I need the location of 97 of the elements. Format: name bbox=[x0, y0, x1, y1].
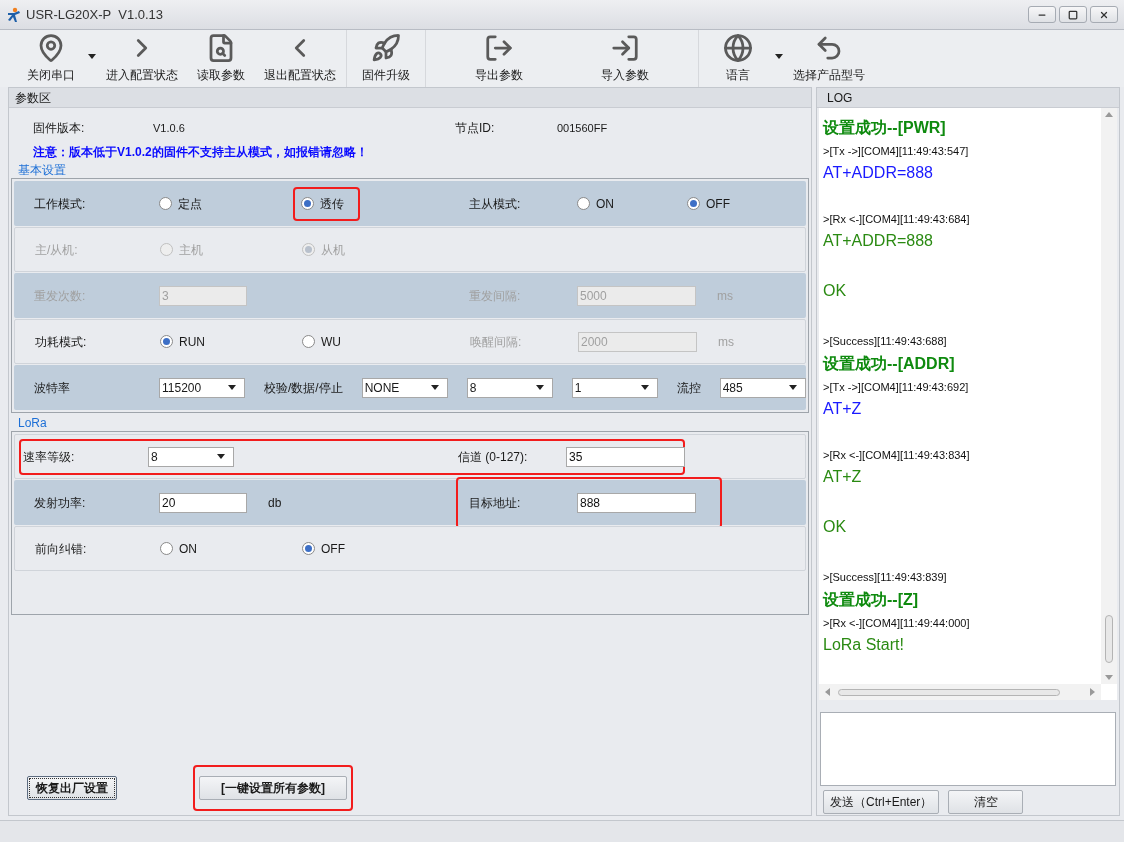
firmware-value: V1.0.6 bbox=[153, 120, 186, 136]
log-line: >[Rx <-][COM4][11:49:43:684] bbox=[823, 212, 971, 227]
caret-icon bbox=[535, 385, 544, 390]
toolbar-button[interactable]: 导入参数 bbox=[592, 30, 658, 87]
scroll-thumb[interactable] bbox=[838, 688, 1060, 696]
scroll-thumb[interactable] bbox=[1105, 615, 1113, 663]
left-arrow-icon bbox=[825, 688, 830, 696]
log-line: >[Success][11:49:43:839] bbox=[823, 570, 948, 585]
radio-button[interactable]: ON bbox=[160, 537, 205, 560]
right-arrow-icon bbox=[1090, 688, 1095, 696]
down-arrow-icon bbox=[1105, 675, 1113, 680]
field-label: 流控 bbox=[676, 379, 701, 397]
rocket-icon bbox=[371, 33, 401, 63]
window-title: USR-LG20X-P V1.0.13 bbox=[26, 5, 164, 24]
field-label: 速率等级: bbox=[23, 448, 76, 466]
panel-title: LOG bbox=[827, 89, 853, 107]
caret-icon bbox=[640, 385, 649, 390]
horizontal-scrollbar[interactable] bbox=[819, 684, 1101, 700]
log-line: AT+Z bbox=[823, 399, 863, 419]
field-label: 主/从机: bbox=[35, 241, 79, 259]
action-button[interactable]: [一键设置所有参数] bbox=[199, 776, 347, 800]
field-label: 主从模式: bbox=[469, 195, 522, 213]
node-id-label: 节点ID: bbox=[455, 120, 496, 137]
text-field[interactable]: 35 bbox=[566, 446, 685, 467]
log-line: >[Success][11:49:43:688] bbox=[823, 334, 948, 349]
logo-icon bbox=[6, 6, 22, 23]
log-button[interactable]: 清空 bbox=[948, 790, 1024, 814]
radio-button[interactable]: OFF bbox=[302, 537, 353, 560]
toolbar-button[interactable]: 退出配置状态 bbox=[260, 30, 340, 87]
field-label: 唤醒间隔: bbox=[470, 333, 523, 351]
caret-icon bbox=[88, 54, 96, 59]
log-line: AT+ADDR=888 bbox=[823, 163, 934, 183]
log-line: AT+ADDR=888 bbox=[823, 231, 934, 251]
action-button[interactable]: 恢复出厂设置 bbox=[27, 776, 117, 800]
notice-text: 注意：版本低于V1.0.2的固件不支持主从模式，如报错请忽略！ bbox=[33, 144, 369, 161]
caret-icon bbox=[217, 454, 225, 459]
field-label: 功耗模式: bbox=[35, 333, 88, 351]
log-line: OK bbox=[823, 517, 848, 537]
radio-button[interactable]: OFF bbox=[687, 192, 738, 215]
dropdown-field[interactable]: 115200 bbox=[159, 377, 245, 398]
log-line: 设置成功--[ADDR] bbox=[823, 354, 956, 374]
field-label: 发射功率: bbox=[34, 494, 87, 512]
toolbar-button[interactable]: 进入配置状态 bbox=[102, 30, 182, 87]
caret-icon bbox=[430, 385, 439, 390]
dropdown-field[interactable]: 485 bbox=[719, 377, 806, 398]
dropdown-field[interactable]: NONE bbox=[361, 377, 448, 398]
node-id-value: 001560FF bbox=[557, 120, 608, 136]
field-label: 校验/数据/停止 bbox=[264, 379, 343, 397]
log-line: OK bbox=[823, 281, 848, 301]
unit-label: db bbox=[268, 494, 282, 512]
toolbar-button[interactable]: 固件升级 bbox=[353, 30, 419, 87]
log-line: 设置成功--[PWR] bbox=[823, 118, 947, 138]
maximize-button[interactable] bbox=[1059, 6, 1087, 23]
radio-button[interactable]: ON bbox=[577, 192, 622, 215]
log-line: >[Tx ->][COM4][11:49:43:692] bbox=[823, 380, 970, 395]
group-title: 基本设置 bbox=[18, 163, 67, 178]
radio-button[interactable]: 透传 bbox=[301, 192, 352, 215]
unit-label: ms bbox=[718, 333, 734, 351]
radio-button[interactable]: WU bbox=[302, 330, 349, 353]
toolbar-button[interactable]: 关闭串口 bbox=[18, 30, 84, 87]
log-line: AT+Z bbox=[823, 467, 863, 487]
close-button[interactable] bbox=[1090, 6, 1118, 23]
field-label: 波特率 bbox=[34, 379, 71, 397]
dropdown-field[interactable]: 8 bbox=[148, 446, 234, 467]
field-label: 目标地址: bbox=[469, 494, 522, 512]
toolbar-button[interactable]: 语言 bbox=[705, 30, 771, 87]
group-title: LoRa bbox=[18, 416, 48, 431]
up-arrow-icon bbox=[1105, 112, 1113, 117]
firmware-label: 固件版本: bbox=[33, 120, 86, 137]
radio-button[interactable]: RUN bbox=[160, 330, 213, 353]
maximize-icon bbox=[1068, 9, 1078, 20]
field-label: 信道 (0-127): bbox=[458, 448, 529, 466]
unit-label: ms bbox=[717, 287, 733, 305]
dropdown-field[interactable]: 1 bbox=[571, 377, 658, 398]
log-line: >[Rx <-][COM4][11:49:44:000] bbox=[823, 616, 971, 631]
toolbar-button[interactable]: 选择产品型号 bbox=[789, 30, 869, 87]
globe-icon bbox=[723, 33, 753, 63]
send-input-field[interactable] bbox=[820, 712, 1116, 786]
text-field[interactable]: 20 bbox=[159, 492, 247, 513]
field-label: 工作模式: bbox=[34, 195, 87, 213]
close-icon bbox=[1099, 9, 1109, 20]
panel-title: 参数区 bbox=[15, 89, 51, 107]
radio-button[interactable]: 定点 bbox=[159, 192, 210, 215]
log-line: >[Rx <-][COM4][11:49:43:834] bbox=[823, 448, 971, 463]
caret-icon bbox=[788, 385, 797, 390]
log-button[interactable]: 发送（Ctrl+Enter） bbox=[823, 790, 940, 814]
vertical-scrollbar[interactable] bbox=[1101, 108, 1117, 684]
field-label: 前向纠错: bbox=[35, 540, 88, 558]
toolbar-button[interactable]: 导出参数 bbox=[466, 30, 532, 87]
log-line: 设置成功--[Z] bbox=[823, 590, 920, 610]
caret-icon bbox=[228, 385, 236, 390]
log-line: >[Tx ->][COM4][11:49:43:547] bbox=[823, 144, 970, 159]
dropdown-field[interactable]: 8 bbox=[466, 377, 553, 398]
log-line: LoRa Start! bbox=[823, 635, 905, 655]
caret-icon bbox=[775, 54, 783, 59]
text-field[interactable]: 888 bbox=[577, 492, 696, 513]
toolbar-button[interactable]: 读取参数 bbox=[188, 30, 254, 87]
